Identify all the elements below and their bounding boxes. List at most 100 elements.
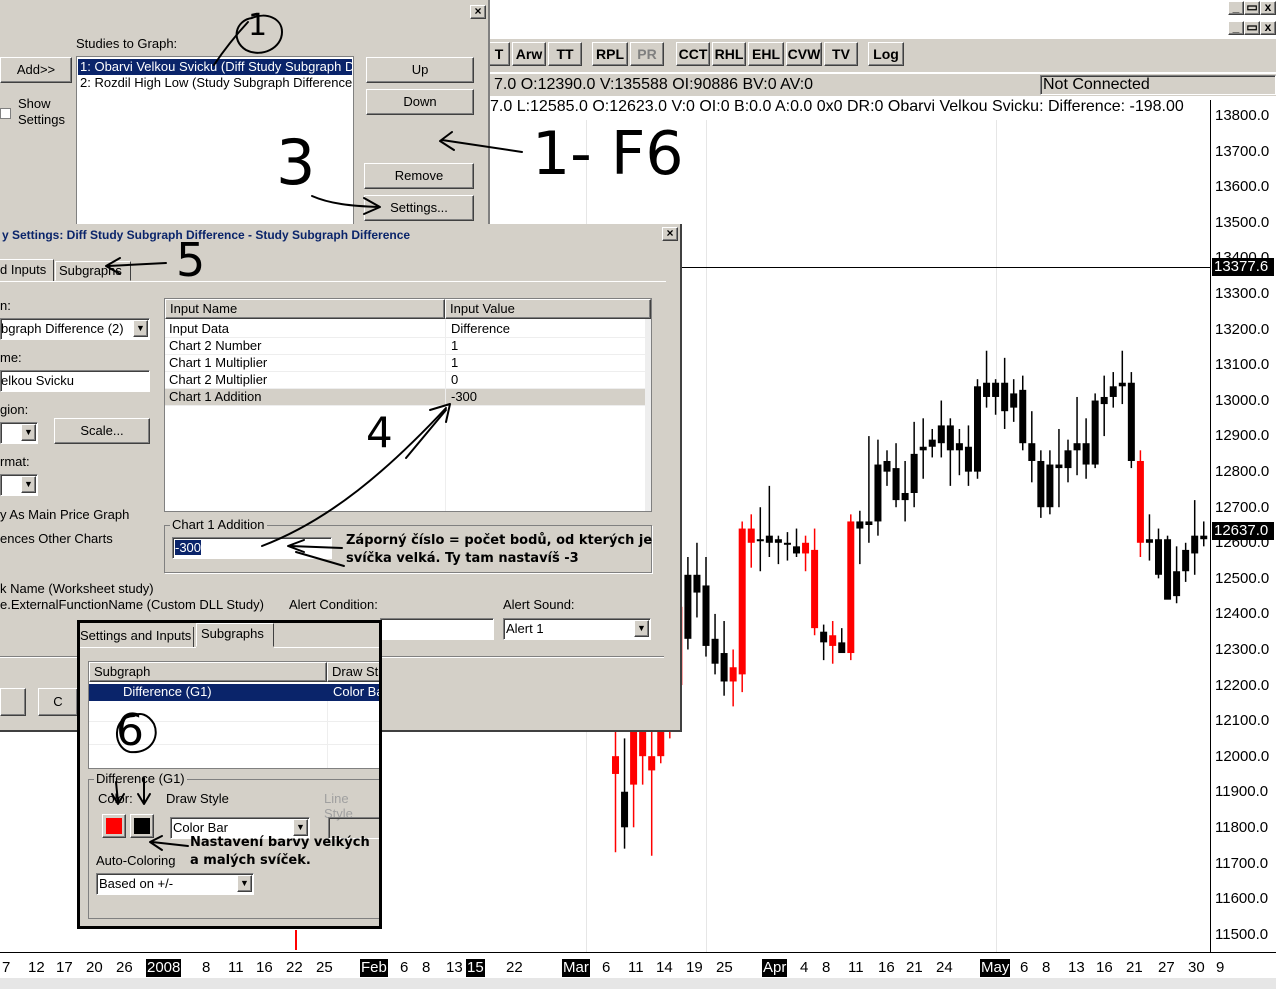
date-tick-label: 8	[1042, 959, 1051, 976]
color-up-swatch[interactable]	[102, 814, 126, 838]
remove-button[interactable]: Remove	[364, 163, 474, 189]
inputs-grid[interactable]: Input Name Input Value Input Data Differe…	[164, 298, 652, 512]
candle-body	[756, 539, 764, 542]
scale-button[interactable]: Scale...	[54, 418, 150, 444]
candle-body	[883, 460, 891, 472]
chevron-down-icon[interactable]: ▼	[237, 875, 252, 892]
toolbar-button-log[interactable]: Log	[868, 42, 904, 66]
alert-condition-field[interactable]	[380, 618, 494, 640]
annotation-6: 6	[116, 705, 144, 756]
date-tick-label: 11	[228, 959, 244, 976]
header-draw-style[interactable]: Draw St	[327, 662, 379, 682]
down-button[interactable]: Down	[366, 89, 474, 115]
input-value-selected-text: -300	[175, 540, 202, 555]
region-combo[interactable]: ▼	[0, 422, 38, 444]
name-field[interactable]: elkou Svicku	[0, 370, 150, 392]
toolbar-button-tv[interactable]: TV	[824, 42, 858, 66]
candle-body	[811, 549, 819, 629]
tab-subgraphs[interactable]: Subgraphs	[55, 261, 131, 281]
header-input-name[interactable]: Input Name	[165, 299, 445, 319]
study-item-2[interactable]: 2: Rozdil High Low (Study Subgraph Diffe…	[78, 75, 353, 91]
child-close-button[interactable]: x	[1260, 21, 1276, 35]
price-tick-label: 13100.0	[1215, 356, 1270, 374]
price-tick-label: 12900.0	[1215, 427, 1270, 445]
toolbar-button-ehl[interactable]: EHL	[748, 42, 784, 66]
toolbar-button-tt[interactable]: TT	[548, 42, 582, 66]
toolbar-button-arw[interactable]: Arw	[512, 42, 546, 66]
tab-divider	[274, 647, 379, 648]
candle-body	[910, 453, 918, 493]
annotation-note-colors: Nastavení barvy velkých a malých svíček.	[190, 835, 370, 868]
date-tick-label: Feb	[360, 959, 388, 977]
studies-dialog-close-button[interactable]: ×	[470, 5, 486, 19]
toolbar-button-rpl[interactable]: RPL	[592, 42, 628, 66]
date-tick-label: 24	[936, 959, 953, 976]
candle-body	[711, 638, 719, 664]
child-restore-button[interactable]: ▭	[1244, 21, 1260, 35]
price-tick-label: 13200.0	[1215, 320, 1270, 338]
subgraph-row-selected[interactable]: Difference (G1) Color Ba	[89, 684, 379, 701]
input-row[interactable]: Chart 1 Multiplier 1	[165, 355, 651, 372]
settings-dialog-title: y Settings: Diff Study Subgraph Differen…	[0, 226, 680, 244]
ok-button[interactable]	[0, 688, 26, 716]
candle-body	[892, 468, 900, 501]
close-button[interactable]: x	[1260, 1, 1276, 15]
input-row[interactable]: Chart 2 Number 1	[165, 338, 651, 355]
settings-button[interactable]: Settings...	[364, 195, 474, 221]
candle-body	[1109, 386, 1117, 397]
add-button[interactable]: Add>>	[0, 57, 72, 83]
header-input-value[interactable]: Input Value	[445, 299, 651, 319]
auto-coloring-combo[interactable]: Based on +/- ▼	[96, 873, 254, 895]
input-name: Chart 1 Addition	[169, 389, 262, 404]
toolbar-button-cct[interactable]: CCT	[676, 42, 710, 66]
candle-body	[992, 382, 1000, 397]
date-tick-label: 4	[800, 959, 809, 976]
main-price-graph-label: y As Main Price Graph	[0, 507, 130, 522]
settings-dialog-close-button[interactable]: ×	[662, 227, 678, 241]
candle-body	[964, 446, 972, 472]
candle-body	[1064, 450, 1072, 469]
toolbar-button-pr[interactable]: PR	[630, 42, 664, 66]
date-tick-label: 6	[1020, 959, 1029, 976]
tab-subgraphs-active[interactable]: Subgraphs	[196, 623, 274, 647]
tab-settings-inputs[interactable]: d Inputs	[0, 259, 54, 281]
child-minimize-button[interactable]: _	[1228, 21, 1244, 35]
chevron-down-icon[interactable]: ▼	[634, 620, 649, 637]
date-tick-label: 8	[822, 959, 831, 976]
format-combo[interactable]: ▼	[0, 474, 38, 496]
alert-sound-combo[interactable]: Alert 1 ▼	[503, 618, 651, 640]
input-row[interactable]: Chart 2 Multiplier 0	[165, 372, 651, 389]
candle-body	[747, 528, 755, 543]
input-row-selected[interactable]: Chart 1 Addition -300	[165, 389, 651, 406]
subgraphs-panel: Settings and Inputs Subgraphs Subgraph D…	[77, 620, 382, 929]
alert-condition-label: Alert Condition:	[289, 597, 378, 612]
grid-scrollbar[interactable]	[645, 319, 651, 511]
up-button[interactable]: Up	[366, 57, 474, 83]
tab-divider	[80, 647, 196, 648]
price-tick-label: 12500.0	[1215, 569, 1270, 587]
show-settings-checkbox[interactable]	[0, 108, 11, 119]
input-name: Input Data	[169, 321, 229, 336]
study-combo[interactable]: bgraph Difference (2) ▼	[0, 318, 150, 340]
color-label: Color:	[98, 791, 133, 806]
date-tick-label: 11	[848, 959, 864, 976]
input-row[interactable]: Input Data Difference	[165, 321, 651, 338]
header-subgraph[interactable]: Subgraph	[89, 662, 327, 682]
chevron-down-icon[interactable]: ▼	[21, 424, 36, 441]
toolbar-button-rhl[interactable]: RHL	[712, 42, 746, 66]
price-tick-label: 13600.0	[1215, 178, 1270, 196]
input-value-field[interactable]: -300	[172, 537, 332, 559]
candle-body	[738, 528, 746, 675]
status-line-2: 7.0 L:12585.0 O:12623.0 V:0 OI:0 B:0.0 A…	[490, 96, 1208, 120]
study-item-1[interactable]: 1: Obarvi Velkou Svicku (Diff Study Subg…	[78, 59, 353, 75]
toolbar-button-cvw[interactable]: CVW	[786, 42, 822, 66]
tab-settings-and-inputs[interactable]: Settings and Inputs	[80, 627, 194, 647]
minimize-button[interactable]: _	[1228, 1, 1244, 15]
chevron-down-icon[interactable]: ▼	[21, 476, 36, 493]
restore-button[interactable]: ▭	[1244, 1, 1260, 15]
cancel-button[interactable]: C	[38, 688, 78, 716]
color-down-swatch[interactable]	[130, 814, 154, 838]
toolbar-button-t[interactable]: T	[488, 42, 510, 66]
price-tick-label: 11900.0	[1215, 783, 1269, 801]
chevron-down-icon[interactable]: ▼	[133, 320, 148, 337]
